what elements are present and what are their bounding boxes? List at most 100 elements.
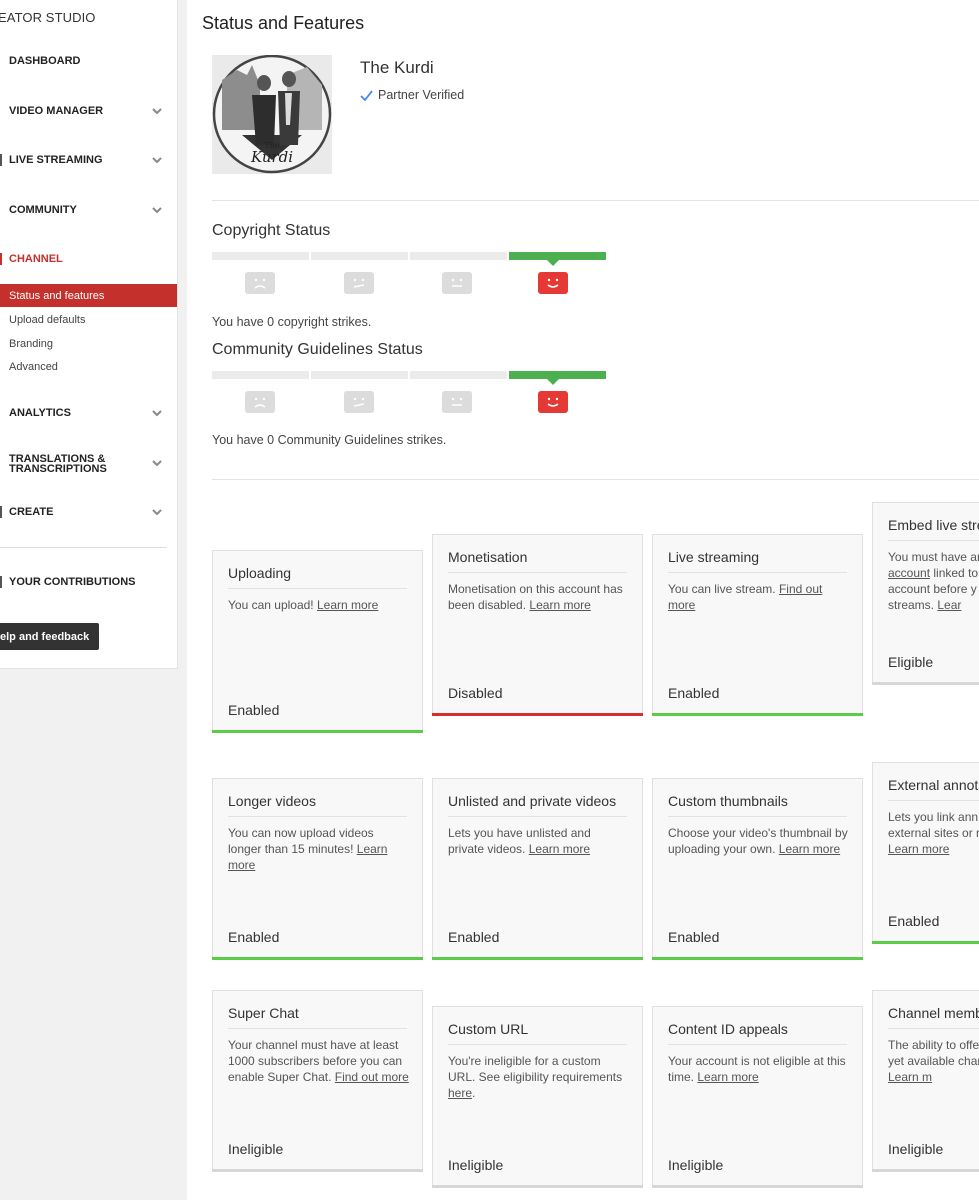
- card-description: You can now upload videos longer than 15…: [228, 825, 410, 873]
- card-status: Enabled: [228, 702, 280, 718]
- sub-upload-defaults[interactable]: Upload defaults: [0, 308, 177, 331]
- strike-segment: [311, 371, 408, 379]
- nav-live-streaming[interactable]: LIVE STREAMING: [0, 148, 177, 172]
- nav-video-manager[interactable]: VIDEO MANAGER: [0, 99, 177, 123]
- sub-label: Branding: [9, 337, 54, 350]
- nav-create[interactable]: CREATE: [0, 500, 177, 524]
- status-bar: [652, 713, 863, 716]
- feature-card-uploading: Uploading You can upload! Learn more Ena…: [212, 550, 423, 733]
- sad-face-icon: [245, 391, 275, 413]
- strike-segment-current: [509, 252, 606, 260]
- learn-more-link[interactable]: Learn m: [888, 1070, 932, 1084]
- card-rule: [448, 816, 627, 817]
- nav-label: YOUR CONTRIBUTIONS: [9, 576, 136, 588]
- card-desc-text: You can upload!: [228, 598, 314, 612]
- card-title: Uploading: [228, 565, 292, 581]
- card-description: You can upload! Learn more: [228, 597, 410, 613]
- sub-status-and-features[interactable]: Status and features: [0, 284, 177, 307]
- learn-more-link[interactable]: Learn more: [779, 842, 840, 856]
- nav-community[interactable]: COMMUNITY: [0, 198, 177, 222]
- sad-face-icon: [245, 272, 275, 294]
- status-bar: [432, 957, 643, 960]
- learn-more-link[interactable]: Learn more: [697, 1070, 758, 1084]
- card-status: Enabled: [448, 929, 500, 945]
- nav-label: COMMUNITY: [9, 204, 77, 216]
- unsure-face-icon: [344, 391, 374, 413]
- card-title: Live streaming: [668, 549, 760, 565]
- chevron-down-icon[interactable]: [151, 407, 163, 419]
- sub-label: Advanced: [9, 360, 58, 373]
- learn-more-link[interactable]: Learn more: [529, 842, 590, 856]
- card-status: Enabled: [668, 685, 720, 701]
- nav-label: CHANNEL: [9, 253, 63, 265]
- channel-icon: [0, 253, 2, 265]
- nav-your-contributions[interactable]: YOUR CONTRIBUTIONS: [0, 570, 177, 594]
- partner-verified: Partner Verified: [360, 88, 464, 102]
- card-description: Lets you have unlisted and private video…: [448, 825, 630, 857]
- help-and-feedback-button[interactable]: elp and feedback: [0, 623, 100, 650]
- card-description: You must have an account linked to accou…: [888, 549, 979, 613]
- feature-card-monetisation: Monetisation Monetisation on this accoun…: [432, 534, 643, 716]
- copyright-strikes-text: You have 0 copyright strikes.: [212, 315, 372, 329]
- card-description: You're ineligible for a custom URL. See …: [448, 1053, 630, 1101]
- card-desc-text: You're ineligible for a custom URL. See …: [448, 1054, 623, 1084]
- nav-label: LIVE STREAMING: [9, 154, 103, 166]
- sub-label: Upload defaults: [9, 313, 86, 326]
- account-link[interactable]: account: [888, 566, 930, 580]
- find-out-more-link[interactable]: Find out more: [335, 1070, 409, 1084]
- card-description: Lets you link ann external sites or r Le…: [888, 809, 979, 857]
- strike-segment: [212, 252, 309, 260]
- feature-card-live-streaming: Live streaming You can live stream. Find…: [652, 534, 863, 716]
- card-rule: [228, 1028, 407, 1029]
- card-status: Disabled: [448, 685, 503, 701]
- nav-label: DASHBOARD: [9, 55, 81, 67]
- copyright-status-title: Copyright Status: [212, 222, 331, 239]
- card-status: Ineligible: [448, 1157, 504, 1173]
- card-status: Enabled: [668, 929, 720, 945]
- card-rule: [668, 816, 847, 817]
- card-desc-text: You must have an: [888, 550, 979, 564]
- card-title: Unlisted and private videos: [448, 793, 617, 809]
- chevron-down-icon[interactable]: [151, 204, 163, 216]
- learn-more-link[interactable]: Learn more: [888, 842, 949, 856]
- card-status: Enabled: [888, 913, 940, 929]
- avatar-text-big: Kurdi: [250, 148, 293, 166]
- card-title: Custom URL: [448, 1021, 529, 1037]
- nav-dashboard[interactable]: DASHBOARD: [0, 49, 177, 73]
- card-status: Ineligible: [228, 1141, 284, 1157]
- sidebar-divider: [0, 547, 167, 548]
- chevron-down-icon[interactable]: [151, 457, 163, 469]
- nav-label: VIDEO MANAGER: [9, 105, 104, 117]
- chevron-down-icon[interactable]: [151, 154, 163, 166]
- nav-translations[interactable]: TRANSLATIONS & TRANSCRIPTIONS: [0, 451, 177, 475]
- status-bar: [872, 682, 979, 685]
- learn-more-link[interactable]: Learn more: [529, 598, 590, 612]
- card-title: Longer videos: [228, 793, 316, 809]
- divider: [212, 200, 979, 201]
- nav-channel[interactable]: CHANNEL: [0, 247, 177, 271]
- card-desc-text: The ability to offe isn't yet available …: [888, 1038, 979, 1068]
- card-title: Custom thumbnails: [668, 793, 788, 809]
- status-bar: [212, 730, 423, 733]
- feature-card-channel-memberships: Channel memb The ability to offe isn't y…: [872, 990, 979, 1172]
- here-link[interactable]: here: [448, 1086, 472, 1100]
- nav-analytics[interactable]: ANALYTICS: [0, 401, 177, 425]
- chevron-down-icon[interactable]: [151, 105, 163, 117]
- strike-segment: [410, 371, 507, 379]
- card-description: You can live stream. Find out more: [668, 581, 850, 613]
- sub-advanced[interactable]: Advanced: [0, 355, 177, 378]
- card-title: External annota: [888, 777, 979, 793]
- sub-label: Status and features: [9, 289, 105, 302]
- sub-branding[interactable]: Branding: [0, 332, 177, 355]
- card-status: Ineligible: [888, 1141, 944, 1157]
- chevron-down-icon[interactable]: [151, 506, 163, 518]
- strike-segment: [212, 371, 309, 379]
- feature-card-content-id-appeals: Content ID appeals Your account is not e…: [652, 1006, 863, 1188]
- strike-pointer: [547, 379, 559, 385]
- card-rule: [448, 572, 627, 573]
- copyright-strike-meter: [212, 252, 606, 297]
- card-desc-tail: .: [472, 1086, 476, 1100]
- learn-more-link[interactable]: Lear: [937, 598, 961, 612]
- check-icon: [360, 89, 373, 101]
- learn-more-link[interactable]: Learn more: [317, 598, 378, 612]
